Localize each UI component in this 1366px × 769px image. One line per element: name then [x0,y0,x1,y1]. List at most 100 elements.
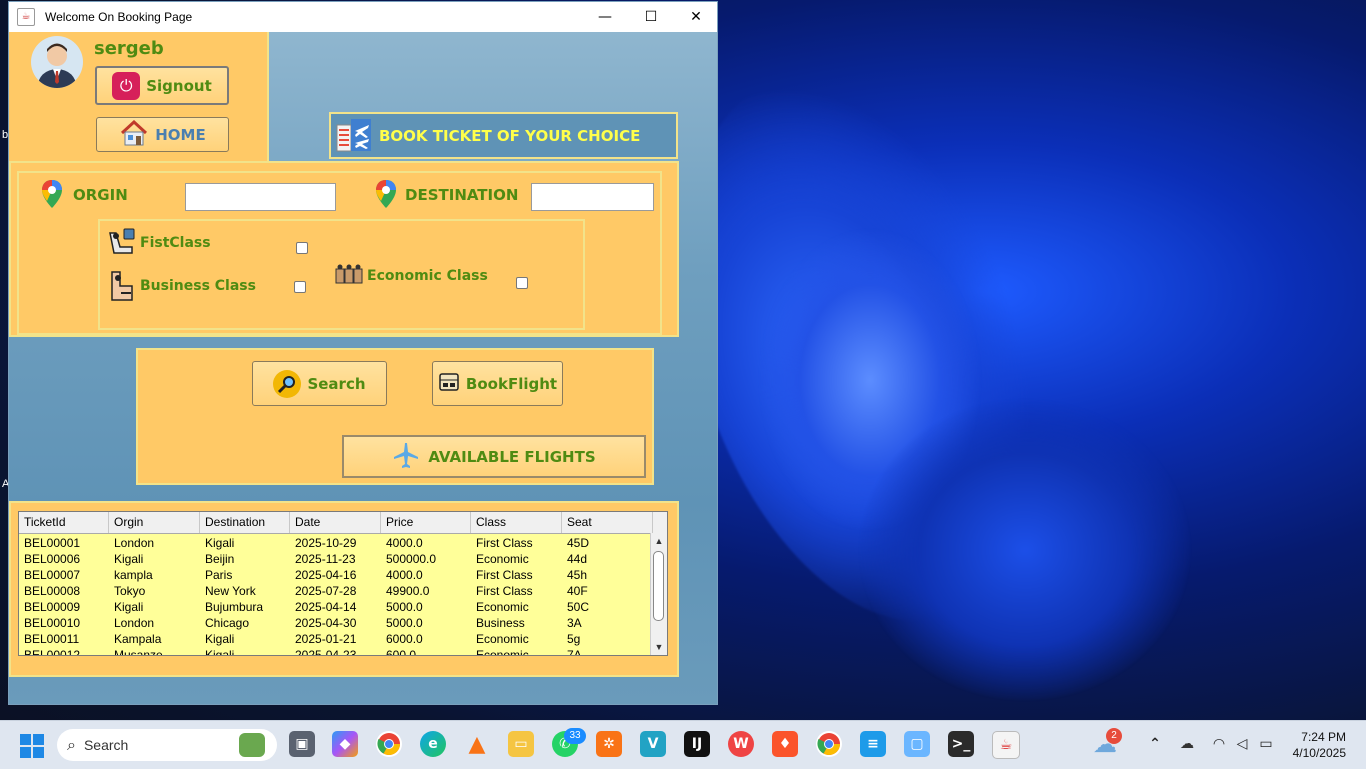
java-icon: ☕ [17,8,35,26]
table-row[interactable]: BEL00008 Tokyo New York 2025-07-28 49900.0 Fi… [19,583,651,599]
economic-class-checkbox[interactable] [516,277,528,289]
column-header[interactable]: Destination [200,512,290,533]
table-row[interactable]: BEL00006 Kigali Beijin 2025-11-23 500000.0 Ec… [19,551,651,567]
taskbar-search[interactable]: ⌕ Search [57,729,277,761]
table-cell: Kigali [205,648,235,656]
onedrive-off-icon[interactable]: ☁ [1174,731,1200,757]
chrome-profile-icon[interactable] [816,731,842,757]
volume-icon[interactable]: ◁ [1229,731,1255,757]
office-icon[interactable]: W [728,731,754,757]
minimize-button[interactable]: — [582,2,628,32]
close-button[interactable]: ✕ [673,2,719,32]
table-cell: Chicago [205,616,250,630]
table-cell: 500000.0 [386,552,437,566]
copilot-icon[interactable]: ◆ [332,731,358,757]
notepad-icon[interactable]: ≡ [860,731,886,757]
maximize-button[interactable]: ☐ [628,2,674,32]
table-cell: BEL00010 [24,616,81,630]
weather-badge: 2 [1106,728,1122,744]
home-icon [119,119,149,150]
search-highlight-icon [239,733,265,757]
table-row[interactable]: BEL00010 London Chicago 2025-04-30 5000.0 Bus… [19,615,651,631]
destination-input[interactable] [531,183,654,211]
ticket-icon [438,371,460,397]
edge-icon[interactable]: e [420,731,446,757]
vs-code-variant-icon[interactable]: V [640,731,666,757]
brave-icon[interactable]: ♦ [772,731,798,757]
business-class-label: Business Class [140,278,256,294]
intellij-icon[interactable]: IJ [684,731,710,757]
business-class-checkbox[interactable] [294,281,306,293]
table-row[interactable]: BEL00007 kampla Paris 2025-04-16 4000.0 First… [19,567,651,583]
column-header[interactable]: Class [471,512,562,533]
book-flight-button[interactable]: BookFlight [432,361,563,406]
title-bar[interactable]: ☕ Welcome On Booking Page — ☐ ✕ [9,2,717,32]
table-cell: 49900.0 [386,584,430,598]
economic-class-label: Economic Class [367,268,488,284]
signout-button[interactable]: ⏻ Signout [95,66,229,105]
chevron-up-icon[interactable]: ⌃ [1142,731,1168,757]
table-cell: 6000.0 [386,632,423,646]
table-cell: 2025-04-23 [295,648,357,656]
table-cell: 4000.0 [386,568,423,582]
virtualbox-icon[interactable]: ▢ [904,731,930,757]
column-header[interactable]: Orgin [109,512,200,533]
xampp-icon[interactable]: ✲ [596,731,622,757]
vlc-icon[interactable]: ▲ [464,731,490,757]
table-cell: BEL00006 [24,552,81,566]
table-cell: BEL00007 [24,568,81,582]
table-cell: kampla [114,568,153,582]
table-row[interactable]: BEL00012 Musanze Kigali 2025-04-23 600.0 Econ… [19,647,651,656]
table-cell: Paris [205,568,233,582]
table-cell: Business [476,616,525,630]
whatsapp-badge: 33 [564,728,586,744]
table-cell: 2025-07-28 [295,584,357,598]
scroll-down-icon[interactable]: ▼ [651,640,667,654]
flights-table[interactable]: TicketId Orgin Destination Date Price Cl… [18,511,668,656]
table-cell: 50C [567,600,590,614]
table-cell: 4000.0 [386,536,423,550]
origin-input[interactable] [185,183,336,211]
column-header[interactable]: Seat [562,512,653,533]
table-cell: 7A [567,648,582,656]
airplane-icon [392,441,420,473]
battery-icon[interactable]: ▭ [1253,731,1279,757]
home-button[interactable]: HOME [96,117,229,152]
first-class-label: FistClass [140,235,211,251]
table-cell: 45D [567,536,590,550]
table-row[interactable]: BEL00009 Kigali Bujumbura 2025-04-14 5000.0 E… [19,599,651,615]
origin-label: ORGIN [73,186,128,204]
scroll-thumb[interactable] [653,551,664,621]
clock-date[interactable]: 4/10/2025 [1280,746,1346,760]
terminal-icon[interactable]: >_ [948,731,974,757]
table-cell: 2025-04-16 [295,568,357,582]
table-scrollbar[interactable]: ▲ ▼ [650,533,667,655]
table-cell: 44d [567,552,588,566]
table-cell: 2025-04-30 [295,616,357,630]
taskbar: ⌕ Search ▣ ◆ e ▲ ▭ ✆ 33 ✲ V IJ W ♦ ≡ ▢ >… [0,720,1366,769]
table-header: TicketId Orgin Destination Date Price Cl… [19,512,667,534]
table-cell: First Class [476,568,533,582]
available-flights-button[interactable]: AVAILABLE FLIGHTS [342,435,646,478]
table-cell: Bujumbura [205,600,264,614]
column-header[interactable]: Price [381,512,471,533]
first-class-checkbox[interactable] [296,242,308,254]
scroll-up-icon[interactable]: ▲ [651,534,667,548]
start-windows-icon[interactable] [20,734,44,758]
map-pin-icon [375,179,397,213]
table-cell: Musanze [114,648,163,656]
clock-time[interactable]: 7:24 PM [1286,730,1346,744]
table-cell: Kigali [205,632,235,646]
task-view-icon[interactable]: ▣ [289,731,315,757]
file-explorer-icon[interactable]: ▭ [508,731,534,757]
table-row[interactable]: BEL00001 London Kigali 2025-10-29 4000.0 Firs… [19,535,651,551]
table-row[interactable]: BEL00011 Kampala Kigali 2025-01-21 6000.0 Eco… [19,631,651,647]
column-header[interactable]: Date [290,512,381,533]
table-cell: 2025-10-29 [295,536,357,550]
column-header[interactable]: TicketId [19,512,109,533]
table-cell: BEL00011 [24,632,80,646]
chrome-icon[interactable] [376,731,402,757]
java-app-icon[interactable]: ☕ [992,731,1020,759]
search-button[interactable]: Search [252,361,387,406]
business-class-seat-icon [106,270,138,306]
